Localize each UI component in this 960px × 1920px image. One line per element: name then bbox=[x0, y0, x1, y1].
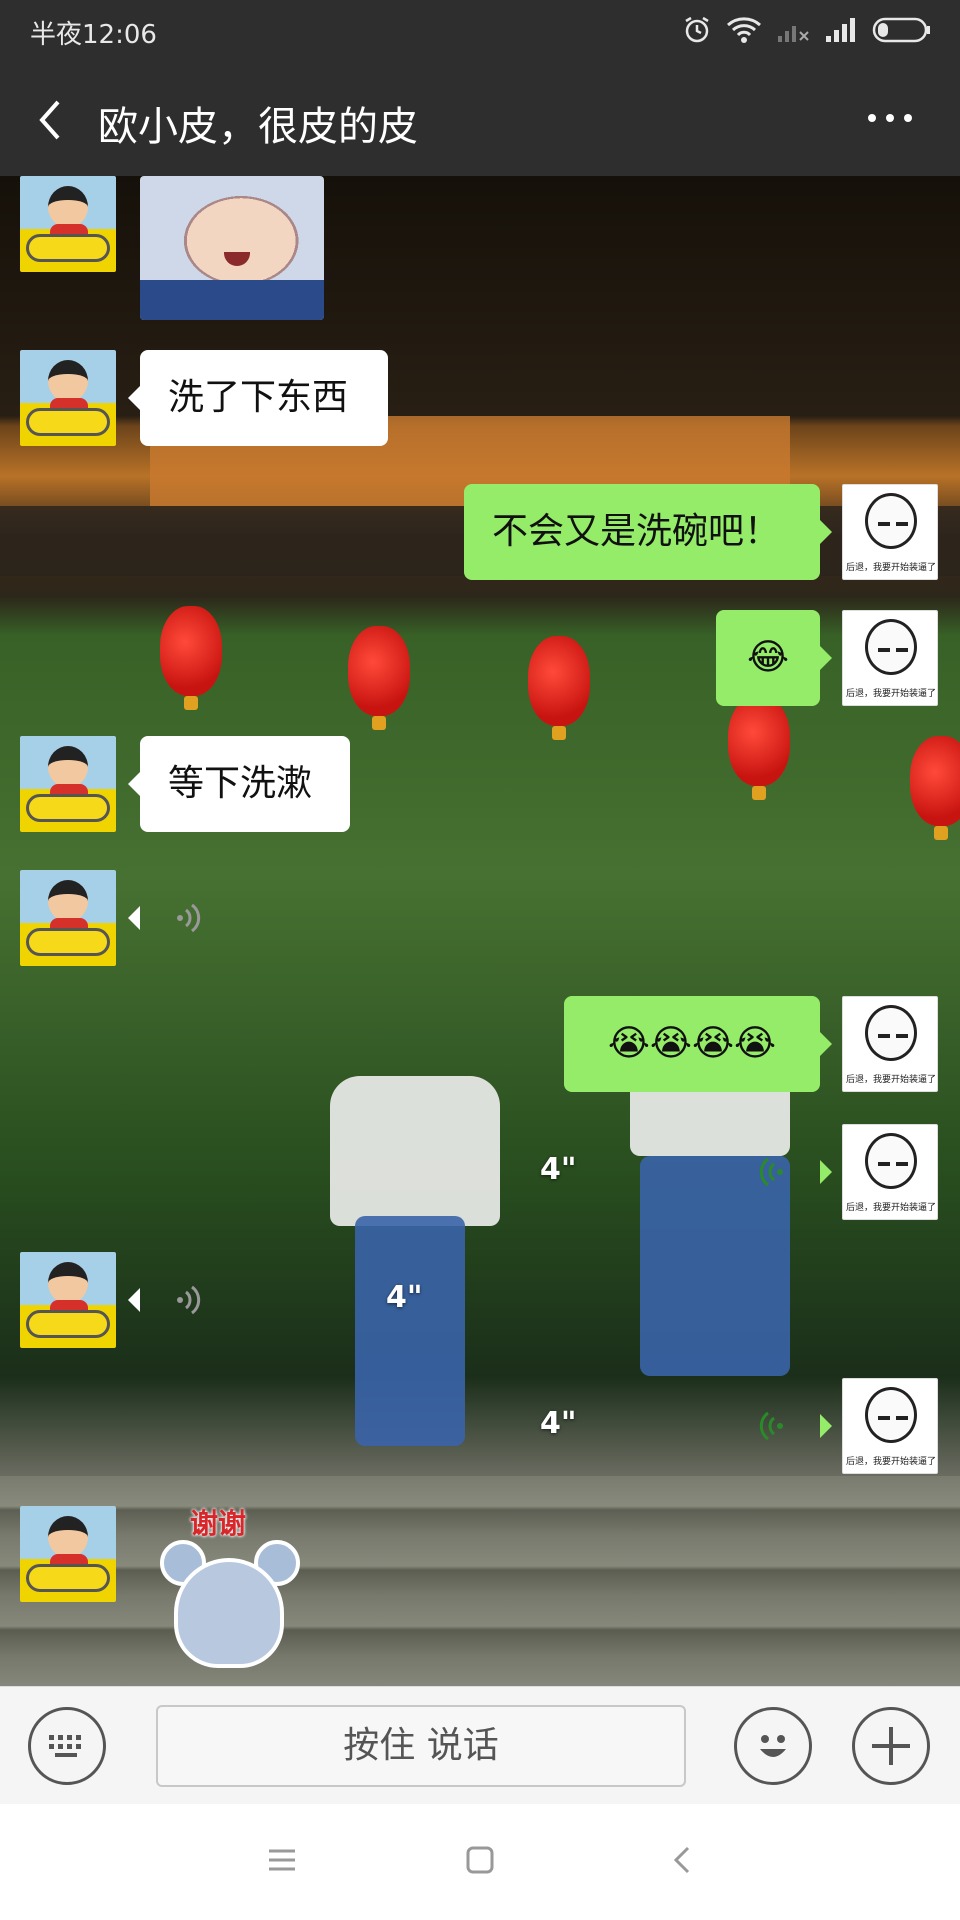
more-dots-icon[interactable] bbox=[866, 108, 914, 128]
system-nav-bar bbox=[0, 1804, 960, 1920]
self-emoji-bubble[interactable]: 😭😭😭😭 bbox=[564, 996, 832, 1092]
friend-text-bubble[interactable]: 等下洗漱 bbox=[128, 736, 350, 832]
plus-button[interactable] bbox=[852, 1707, 930, 1785]
avatar-caption: 后退，我要开始装逼了 bbox=[845, 563, 936, 573]
message-item: 洗了下东西 bbox=[0, 350, 960, 450]
keyboard-button[interactable] bbox=[28, 1707, 106, 1785]
message-item bbox=[0, 176, 960, 320]
message-item: 4" 后退，我要开始装逼了 bbox=[0, 1124, 960, 1224]
self-avatar[interactable]: 后退，我要开始装逼了 bbox=[842, 1124, 938, 1220]
friend-avatar[interactable] bbox=[20, 1506, 116, 1602]
self-emoji-bubble[interactable]: 😂 bbox=[716, 610, 832, 706]
voice-wave-icon bbox=[177, 1285, 201, 1315]
hold-to-talk-button[interactable]: 按住 说话 bbox=[156, 1705, 686, 1787]
avatar-caption: 后退，我要开始装逼了 bbox=[845, 1203, 936, 1213]
avatar-caption: 后退，我要开始装逼了 bbox=[845, 1457, 936, 1467]
emoji-button[interactable] bbox=[734, 1707, 812, 1785]
friend-avatar[interactable] bbox=[20, 1252, 116, 1348]
self-avatar[interactable]: 后退，我要开始装逼了 bbox=[842, 996, 938, 1092]
voice-wave-icon bbox=[177, 903, 201, 933]
status-time: 半夜12:06 bbox=[30, 20, 157, 50]
message-emoji: 😂 bbox=[746, 637, 790, 678]
friend-avatar[interactable] bbox=[20, 350, 116, 446]
alarm-icon bbox=[685, 16, 709, 43]
friend-text-bubble[interactable]: 洗了下东西 bbox=[128, 350, 388, 446]
status-bar: 半夜12:06 bbox=[0, 0, 960, 60]
chat-header: 欧小皮，很皮的皮 bbox=[0, 60, 960, 176]
back-arrow-icon[interactable] bbox=[30, 96, 70, 144]
message-item: 不会又是洗碗吧！ 后退，我要开始装逼了 bbox=[0, 484, 960, 584]
self-text-bubble[interactable]: 不会又是洗碗吧！ bbox=[464, 484, 832, 580]
mouse-thanks-sticker[interactable]: 谢谢 bbox=[150, 1502, 310, 1672]
sticker-text: 谢谢 bbox=[190, 1507, 247, 1540]
voice-wave-icon bbox=[759, 1411, 783, 1441]
plus-icon bbox=[872, 1727, 910, 1765]
self-avatar[interactable]: 后退，我要开始装逼了 bbox=[842, 610, 938, 706]
status-icons bbox=[682, 14, 932, 46]
battery-icon bbox=[872, 17, 930, 43]
keyboard-icon bbox=[49, 1735, 81, 1757]
home-icon[interactable] bbox=[464, 1844, 496, 1876]
message-item: 4" 后退，我要开始装逼了 bbox=[0, 1378, 960, 1478]
message-text: 洗了下东西 bbox=[168, 377, 349, 418]
message-item: 等下洗漱 bbox=[0, 736, 960, 836]
message-item: 4" bbox=[0, 1252, 960, 1352]
message-item: 谢谢 bbox=[0, 1502, 960, 1682]
voice-wave-icon bbox=[759, 1157, 783, 1187]
self-avatar[interactable]: 后退，我要开始装逼了 bbox=[842, 484, 938, 580]
input-bar: 按住 说话 bbox=[0, 1686, 960, 1804]
friend-avatar[interactable] bbox=[20, 176, 116, 272]
message-text: 不会又是洗碗吧！ bbox=[492, 511, 781, 552]
message-item: 😂 后退，我要开始装逼了 bbox=[0, 610, 960, 710]
signal-icon bbox=[826, 18, 855, 42]
message-text: 等下洗漱 bbox=[168, 763, 313, 804]
wifi-icon bbox=[727, 17, 761, 43]
voice-duration: 4" bbox=[540, 1406, 577, 1441]
voice-duration: 4" bbox=[540, 1152, 577, 1187]
message-item: 😭😭😭😭 后退，我要开始装逼了 bbox=[0, 996, 960, 1096]
signal-off-icon bbox=[778, 26, 809, 42]
voice-duration: 4" bbox=[386, 1280, 423, 1315]
menu-icon[interactable] bbox=[266, 1844, 298, 1876]
self-avatar[interactable]: 后退，我要开始装逼了 bbox=[842, 1378, 938, 1474]
friend-avatar[interactable] bbox=[20, 736, 116, 832]
message-item bbox=[0, 870, 960, 970]
nav-back-icon[interactable] bbox=[666, 1844, 698, 1876]
crying-baby-sticker[interactable] bbox=[140, 176, 324, 320]
avatar-caption: 后退，我要开始装逼了 bbox=[845, 689, 936, 699]
avatar-caption: 后退，我要开始装逼了 bbox=[845, 1075, 936, 1085]
chat-messages[interactable]: 洗了下东西 不会又是洗碗吧！ 后退，我要开始装逼了 😂 后退，我要开始装逼了 等… bbox=[0, 176, 960, 1686]
emoji-icon bbox=[760, 1735, 786, 1757]
friend-avatar[interactable] bbox=[20, 870, 116, 966]
message-emoji: 😭😭😭😭 bbox=[607, 1023, 777, 1064]
chat-title: 欧小皮，很皮的皮 bbox=[98, 104, 418, 150]
